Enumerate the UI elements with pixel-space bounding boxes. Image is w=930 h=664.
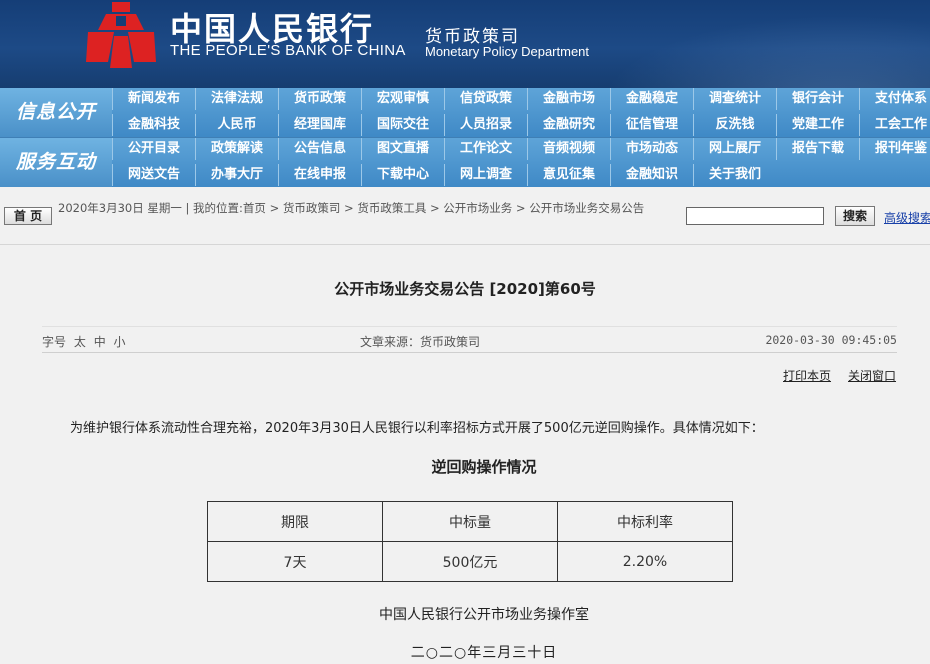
font-size-small[interactable]: 小 (114, 335, 126, 349)
nav-item[interactable]: 信贷政策 (444, 88, 527, 110)
table-header-cell: 期限 (207, 501, 383, 542)
nav-item[interactable]: 政策解读 (195, 138, 278, 160)
nav-item[interactable]: 党建工作 (776, 114, 859, 136)
article-datetime: 2020-03-30 09:45:05 (765, 333, 897, 347)
table-header-row: 期限 中标量 中标利率 (207, 501, 733, 542)
nav-item[interactable]: 网送文告 (112, 164, 195, 186)
nav-item[interactable]: 图文直播 (361, 138, 444, 160)
issue-date: 二○二○年三月三十日 (410, 645, 558, 661)
article-source: 文章来源：货币政策司 (360, 335, 481, 349)
table-cell: 7天 (207, 541, 383, 582)
nav-item[interactable]: 金融市场 (527, 88, 610, 110)
banner-wave-decoration (560, 0, 930, 88)
nav-item[interactable]: 公告信息 (278, 138, 361, 160)
nav-item[interactable]: 金融稳定 (610, 88, 693, 110)
article-paragraph: 为维护银行体系流动性合理充裕，2020年3月30日人民银行以利率招标方式开展了5… (70, 421, 764, 436)
breadcrumb: 2020年3月30日 星期一 | 我的位置:首页 > 货币政策司 > 货币政策工… (58, 201, 645, 215)
site-banner: 中国人民银行 THE PEOPLE'S BANK OF CHINA 货币政策司 … (0, 0, 930, 88)
table-title: 逆回购操作情况 (431, 458, 537, 476)
nav-item[interactable]: 调查统计 (693, 88, 776, 110)
article-title: 公开市场业务交易公告 [2020]第60号 (334, 280, 596, 298)
nav-item[interactable]: 意见征集 (527, 164, 610, 186)
nav-item[interactable]: 金融科技 (112, 114, 195, 136)
bank-name-en: THE PEOPLE'S BANK OF CHINA (170, 42, 406, 59)
nav-item[interactable]: 宏观审慎 (361, 88, 444, 110)
nav-item[interactable]: 网上调查 (444, 164, 527, 186)
search-input[interactable] (686, 207, 824, 225)
nav-item[interactable]: 金融知识 (610, 164, 693, 186)
nav-item[interactable]: 网上展厅 (693, 138, 776, 160)
font-size-selector: 字号 太 中 小 (42, 333, 130, 350)
nav-item[interactable]: 支付体系 (859, 88, 930, 110)
font-size-label: 字号 (42, 335, 67, 349)
reverse-repo-table: 期限 中标量 中标利率 7天 500亿元 2.20% (207, 501, 733, 582)
nav-item[interactable]: 工会工作 (859, 114, 930, 136)
nav-item[interactable]: 经理国库 (278, 114, 361, 136)
main-navigation: 信息公开 新闻发布 法律法规 货币政策 宏观审慎 信贷政策 金融市场 金融稳定 调查统计 银行会… (0, 88, 930, 187)
nav-item[interactable]: 报告下载 (776, 138, 859, 160)
nav-item[interactable]: 下载中心 (361, 164, 444, 186)
advanced-search-link[interactable]: 高级搜索 (884, 209, 930, 226)
nav-item[interactable]: 办事大厅 (195, 164, 278, 186)
table-header-cell: 中标量 (382, 501, 558, 542)
close-window-link[interactable]: 关闭窗口 (848, 367, 896, 384)
nav-info-label: 信息公开 (0, 88, 112, 137)
nav-item[interactable]: 征信管理 (610, 114, 693, 136)
nav-item[interactable]: 金融研究 (527, 114, 610, 136)
nav-item[interactable]: 银行会计 (776, 88, 859, 110)
nav-item[interactable]: 法律法规 (195, 88, 278, 110)
home-button[interactable]: 首 页 (4, 207, 52, 225)
nav-item[interactable]: 国际交往 (361, 114, 444, 136)
signature: 中国人民银行公开市场业务操作室 (379, 607, 589, 623)
department-name-en: Monetary Policy Department (425, 44, 590, 59)
nav-info-grid: 新闻发布 法律法规 货币政策 宏观审慎 信贷政策 金融市场 金融稳定 调查统计 银行会计 支付体系… (112, 88, 930, 137)
article-meta-bar: 字号 太 中 小 文章来源：货币政策司 2020-03-30 09:45:05 (42, 326, 897, 353)
table-cell: 500亿元 (382, 541, 558, 582)
nav-item[interactable]: 新闻发布 (112, 88, 195, 110)
nav-item[interactable]: 反洗钱 (693, 114, 776, 136)
nav-info-section: 信息公开 新闻发布 法律法规 货币政策 宏观审慎 信贷政策 金融市场 金融稳定 调查统计 银行会… (0, 88, 930, 137)
table-row: 7天 500亿元 2.20% (207, 541, 733, 582)
font-size-medium[interactable]: 中 (94, 335, 106, 349)
divider (0, 244, 930, 245)
nav-item[interactable]: 工作论文 (444, 138, 527, 160)
nav-item[interactable]: 音频视频 (527, 138, 610, 160)
nav-item[interactable]: 人员招录 (444, 114, 527, 136)
print-page-link[interactable]: 打印本页 (783, 367, 831, 384)
nav-service-section: 服务互动 公开目录 政策解读 公告信息 图文直播 工作论文 音频视频 市场动态 网上展厅 报告下… (0, 137, 930, 187)
font-size-large[interactable]: 太 (74, 335, 86, 349)
nav-service-grid: 公开目录 政策解读 公告信息 图文直播 工作论文 音频视频 市场动态 网上展厅 报告下载 报刊年鉴… (112, 138, 930, 187)
nav-item[interactable]: 公开目录 (112, 138, 195, 160)
search-button[interactable]: 搜索 (835, 206, 875, 226)
nav-item[interactable]: 报刊年鉴 (859, 138, 930, 160)
nav-item[interactable]: 关于我们 (693, 164, 776, 186)
table-cell: 2.20% (557, 541, 733, 582)
nav-item[interactable]: 人民币 (195, 114, 278, 136)
nav-item[interactable]: 市场动态 (610, 138, 693, 160)
table-header-cell: 中标利率 (557, 501, 733, 542)
nav-service-label: 服务互动 (0, 138, 112, 187)
nav-item[interactable]: 在线申报 (278, 164, 361, 186)
nav-item[interactable]: 货币政策 (278, 88, 361, 110)
pboc-logo-icon (86, 2, 156, 68)
